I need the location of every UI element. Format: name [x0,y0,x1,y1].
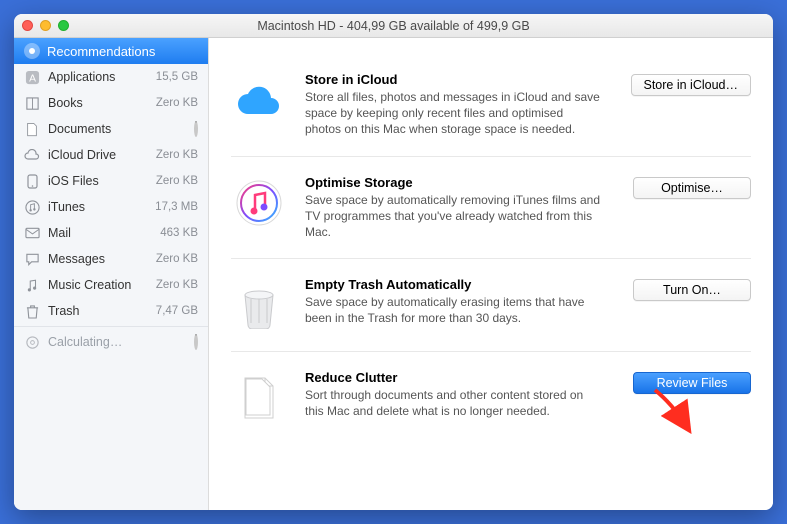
section-optimise: Optimise Storage Save space by automatica… [231,157,751,260]
trash-button[interactable]: Turn On… [633,279,751,301]
icloud-button[interactable]: Store in iCloud… [631,74,752,96]
section-text: Store in iCloud Store all files, photos a… [305,72,601,138]
sidebar-item-label: Music Creation [48,278,146,292]
gear-icon [24,334,40,350]
spinner-icon [194,334,198,350]
section-title: Store in iCloud [305,72,601,87]
sidebar-item-label: Calculating… [48,335,146,349]
bulb-icon [24,43,40,59]
sidebar-item-label: iTunes [48,200,146,214]
optimise-icon [231,175,287,231]
window-title: Macintosh HD - 404,99 GB available of 49… [14,19,773,33]
sidebar-item-itunes[interactable]: iTunes 17,3 MB [14,194,208,220]
sidebar-item-label: Documents [48,122,146,136]
sidebar-item-applications[interactable]: A Applications 15,5 GB [14,64,208,90]
section-text: Optimise Storage Save space by automatica… [305,175,601,241]
sidebar-item-label: iCloud Drive [48,148,146,162]
sidebar-header-label: Recommendations [47,44,155,59]
sidebar-item-trash[interactable]: Trash 7,47 GB [14,298,208,324]
sidebar-item-label: Applications [48,70,146,84]
book-icon [24,95,40,111]
section-trash: Empty Trash Automatically Save space by a… [231,259,751,352]
sidebar-item-size: Zero KB [154,149,198,161]
app-icon: A [24,69,40,85]
mail-icon [24,225,40,241]
section-title: Optimise Storage [305,175,601,190]
main-panel: Store in iCloud Store all files, photos a… [209,38,773,510]
sidebar-item-label: Messages [48,252,146,266]
sidebar-item-icloud-drive[interactable]: iCloud Drive Zero KB [14,142,208,168]
section-clutter: Reduce Clutter Sort through documents and… [231,352,751,444]
svg-text:A: A [29,73,36,84]
cloud-icon [24,147,40,163]
sidebar-item-size: 17,3 MB [154,201,198,213]
trash-icon [231,277,287,333]
ios-icon [24,173,40,189]
sidebar-header-recommendations[interactable]: Recommendations [14,38,208,64]
sidebar-item-music-creation[interactable]: Music Creation Zero KB [14,272,208,298]
music-icon [24,277,40,293]
itunes-icon [24,199,40,215]
sidebar-item-size [154,123,198,135]
spinner-icon [194,121,198,137]
sidebar-item-documents[interactable]: Documents [14,116,208,142]
titlebar: Macintosh HD - 404,99 GB available of 49… [14,14,773,38]
section-desc: Sort through documents and other content… [305,387,601,419]
sidebar-item-mail[interactable]: Mail 463 KB [14,220,208,246]
clutter-button[interactable]: Review Files [633,372,751,394]
optimise-button[interactable]: Optimise… [633,177,751,199]
doc-icon [24,121,40,137]
sidebar-item-size: 15,5 GB [154,71,198,83]
sidebar-item-size: Zero KB [154,175,198,187]
sidebar-item-size: 7,47 GB [154,305,198,317]
section-title: Reduce Clutter [305,370,601,385]
sidebar-item-size [154,336,198,348]
section-action: Turn On… [619,277,751,301]
section-action: Review Files [619,370,751,394]
section-text: Empty Trash Automatically Save space by a… [305,277,601,326]
icloud-icon [231,72,287,128]
sidebar-item-label: Trash [48,304,146,318]
clutter-icon [231,370,287,426]
sidebar-item-label: iOS Files [48,174,146,188]
sidebar-item-ios-files[interactable]: iOS Files Zero KB [14,168,208,194]
storage-management-window: Macintosh HD - 404,99 GB available of 49… [14,14,773,510]
sidebar-item-size: Zero KB [154,279,198,291]
sidebar: Recommendations A Applications 15,5 GB Book… [14,38,209,510]
sidebar-item-calculating-[interactable]: Calculating… [14,329,208,355]
section-text: Reduce Clutter Sort through documents and… [305,370,601,419]
section-desc: Store all files, photos and messages in … [305,89,601,138]
sidebar-item-size: Zero KB [154,253,198,265]
window-body: Recommendations A Applications 15,5 GB Book… [14,38,773,510]
sidebar-item-size: Zero KB [154,97,198,109]
sidebar-item-messages[interactable]: Messages Zero KB [14,246,208,272]
sidebar-item-label: Mail [48,226,146,240]
section-icloud: Store in iCloud Store all files, photos a… [231,54,751,157]
sidebar-list: A Applications 15,5 GB Books Zero KB Document… [14,64,208,355]
trash-icon [24,303,40,319]
section-desc: Save space by automatically removing iTu… [305,192,601,241]
sidebar-item-label: Books [48,96,146,110]
sidebar-item-books[interactable]: Books Zero KB [14,90,208,116]
section-action: Store in iCloud… [619,72,751,96]
sidebar-item-size: 463 KB [154,227,198,239]
section-action: Optimise… [619,175,751,199]
section-desc: Save space by automatically erasing item… [305,294,601,326]
section-title: Empty Trash Automatically [305,277,601,292]
msg-icon [24,251,40,267]
